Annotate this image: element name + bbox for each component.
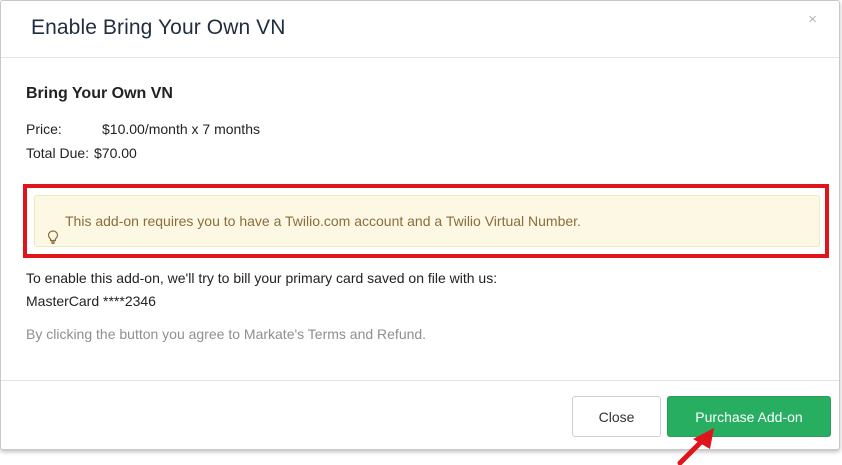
lightbulb-icon <box>47 214 59 245</box>
annotation-highlight-box: This add-on requires you to have a Twili… <box>23 184 829 258</box>
close-button[interactable]: Close <box>572 396 661 437</box>
annotation-arrow-icon <box>677 428 714 465</box>
price-label: Price: <box>26 121 62 137</box>
notice-text: This add-on requires you to have a Twili… <box>65 213 581 229</box>
total-value: $70.00 <box>94 145 137 161</box>
terms-text: By clicking the button you agree to Mark… <box>26 326 427 342</box>
total-row: Total Due: $70.00 <box>26 145 137 161</box>
addon-name: Bring Your Own VN <box>26 85 173 102</box>
total-label: Total Due: <box>26 145 90 161</box>
requirement-notice: This add-on requires you to have a Twili… <box>34 195 820 247</box>
saved-card-text: MasterCard ****2346 <box>26 293 156 309</box>
modal-header: Enable Bring Your Own VN × <box>1 1 839 58</box>
price-row: Price: $10.00/month x 7 months <box>26 121 260 137</box>
modal-title: Enable Bring Your Own VN <box>31 16 286 39</box>
billing-info-text: To enable this add-on, we'll try to bill… <box>26 270 498 286</box>
close-icon[interactable]: × <box>808 12 817 27</box>
enable-addon-modal: Enable Bring Your Own VN × Bring Your Ow… <box>0 0 840 450</box>
price-value: $10.00/month x 7 months <box>102 121 260 137</box>
modal-body: Bring Your Own VN Price: $10.00/month x 7… <box>1 58 839 380</box>
